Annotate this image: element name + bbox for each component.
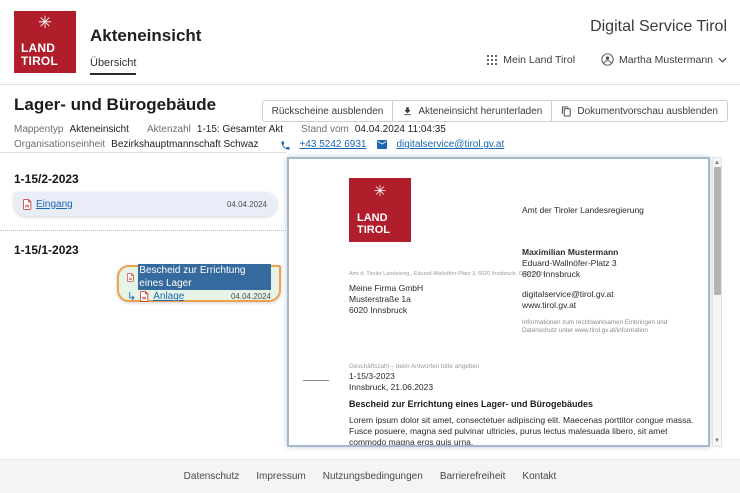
tree-item-eingang[interactable]: Eingang 04.04.2024 <box>14 192 277 216</box>
letter-body: Lorem ipsum dolor sit amet, consectetuer… <box>349 415 705 447</box>
stand-vom-label: Stand vom <box>301 123 349 137</box>
mein-land-tirol-link[interactable]: Mein Land Tirol <box>486 54 575 66</box>
addressee-company: Meine Firma GmbH <box>349 283 423 294</box>
footer: Datenschutz Impressum Nutzungsbedingunge… <box>0 459 740 493</box>
scrollbar-up-icon[interactable]: ▲ <box>713 159 721 167</box>
mappentyp-value: Akteneinsicht <box>69 123 128 137</box>
footer-link-nutzungsbedingungen[interactable]: Nutzungsbedingungen <box>323 471 423 482</box>
organisationseinheit-label: Organisationseinheit <box>14 138 105 152</box>
anlage-link[interactable]: Anlage <box>153 290 184 303</box>
letter-contact-block: digitalservice@tirol.gv.at www.tirol.gv.… <box>522 289 614 311</box>
tree-divider <box>0 230 286 231</box>
letter-addressee-block: Meine Firma GmbH Musterstraße 1a 6020 In… <box>349 283 423 316</box>
pdf-file-icon <box>140 291 149 302</box>
user-menu[interactable]: Martha Mustermann <box>601 53 727 66</box>
file-metadata: Mappentyp Akteneinsicht Aktenzahl 1-15: … <box>14 123 714 153</box>
recipient-street: Eduard-Wallnöfer-Platz 3 <box>522 258 618 269</box>
letter-info-note: Informationen zum rechtswirksamen Einbri… <box>522 319 682 335</box>
phone-link[interactable]: +43 5242 6931 <box>299 138 366 152</box>
user-name-label: Martha Mustermann <box>619 54 713 66</box>
scrollbar-down-icon[interactable]: ▼ <box>713 437 721 445</box>
aktenzahl-label: Aktenzahl <box>147 123 191 137</box>
footer-link-impressum[interactable]: Impressum <box>256 471 305 482</box>
aktenzahl-value: 1-15: Gesamter Akt <box>197 123 283 137</box>
tree-group-id-1: 1-15/2-2023 <box>14 153 286 186</box>
mail-icon <box>376 140 388 150</box>
letter-sender-line: Amt d. Tiroler Landesreg., Eduard-Wallnö… <box>349 271 544 277</box>
mappentyp-label: Mappentyp <box>14 123 63 137</box>
letter-subject: Bescheid zur Errichtung eines Lager- und… <box>349 399 593 409</box>
footer-link-datenschutz[interactable]: Datenschutz <box>184 471 240 482</box>
recipient-name: Maximilian Mustermann <box>522 247 618 258</box>
letter-land-tirol-logo: ✳ LAND TIROL <box>349 178 411 242</box>
letter-ref-block: 1-15/3-2023 Innsbruck, 21.06.2023 <box>349 371 433 393</box>
footer-link-barrierefreiheit[interactable]: Barrierefreiheit <box>440 471 506 482</box>
eingang-date: 04.04.2024 <box>227 198 267 211</box>
action-button-group: Rückscheine ausblenden Akteneinsicht her… <box>262 100 728 122</box>
pdf-file-icon <box>127 272 134 283</box>
letter-website: www.tirol.gv.at <box>522 300 614 311</box>
download-akteneinsicht-button[interactable]: Akteneinsicht herunterladen <box>392 100 552 122</box>
preview-scrollbar[interactable]: ▲ ▼ <box>712 157 722 447</box>
mein-land-tirol-label: Mein Land Tirol <box>503 54 575 66</box>
bescheid-link-selected[interactable]: Bescheid zur Errichtung eines Lager <box>138 264 271 290</box>
letter-logo-line2: TIROL <box>357 224 411 236</box>
app-header: ✳ LAND TIROL Akteneinsicht Übersicht Dig… <box>0 0 740 85</box>
app-title: Akteneinsicht <box>90 26 201 46</box>
hide-dokumentvorschau-button[interactable]: Dokumentvorschau ausblenden <box>551 100 728 122</box>
hide-rueckscheine-label: Rückscheine ausblenden <box>272 106 384 117</box>
fold-mark <box>303 380 329 381</box>
land-tirol-logo: ✳ LAND TIROL <box>14 11 76 73</box>
place-date: Innsbruck, 21.06.2023 <box>349 382 433 393</box>
scrollbar-thumb[interactable] <box>714 167 721 295</box>
pdf-file-icon <box>23 199 32 210</box>
document-preview-page: ✳ LAND TIROL Amt der Tiroler Landesregie… <box>287 157 710 447</box>
download-icon <box>402 106 413 117</box>
anlage-date: 04.04.2024 <box>231 290 271 303</box>
phone-icon <box>280 140 291 151</box>
footer-link-kontakt[interactable]: Kontakt <box>522 471 556 482</box>
download-akteneinsicht-label: Akteneinsicht herunterladen <box>418 106 542 117</box>
letter-email: digitalservice@tirol.gv.at <box>522 289 614 300</box>
chevron-down-icon <box>718 57 727 63</box>
tirol-eagle-icon: ✳ <box>349 182 411 200</box>
tirol-eagle-icon: ✳ <box>14 14 76 31</box>
eingang-link[interactable]: Eingang <box>36 198 73 211</box>
document-preview-icon <box>561 106 572 117</box>
stand-vom-value: 04.04.2024 11:04:35 <box>355 123 446 137</box>
user-avatar-icon <box>601 53 614 66</box>
hide-rueckscheine-button[interactable]: Rückscheine ausblenden <box>262 100 394 122</box>
email-link[interactable]: digitalservice@tirol.gv.at <box>396 138 504 152</box>
hide-dokumentvorschau-label: Dokumentvorschau ausblenden <box>577 106 718 117</box>
organisationseinheit-value: Bezirkshauptmannschaft Schwaz <box>111 138 258 152</box>
letter-office-name: Amt der Tiroler Landesregierung <box>522 205 644 215</box>
brand-title: Digital Service Tirol <box>590 18 727 36</box>
addressee-city: 6020 Innsbruck <box>349 305 423 316</box>
logo-text-line2: TIROL <box>21 55 76 68</box>
addressee-street: Musterstraße 1a <box>349 294 423 305</box>
letter-logo-line1: LAND <box>357 212 411 224</box>
letter-ref-label: Geschäftszahl – beim Antworten bitte ang… <box>349 363 479 370</box>
tree-group-id-2: 1-15/1-2023 <box>14 243 286 257</box>
app-window: ✳ LAND TIROL Akteneinsicht Übersicht Dig… <box>0 0 740 493</box>
document-tree-panel: 1-15/2-2023 Eingang 04.04.2024 1-15/1-20… <box>0 152 286 455</box>
ref-number: 1-15/3-2023 <box>349 371 433 382</box>
apps-grid-icon <box>486 54 498 66</box>
account-row: Mein Land Tirol Martha Mustermann <box>486 53 727 66</box>
tree-item-bescheid[interactable]: Bescheid zur Errichtung eines Lager ↳ An… <box>117 265 281 302</box>
tab-uebersicht[interactable]: Übersicht <box>90 57 136 75</box>
page-title: Lager- und Bürogebäude <box>14 95 216 115</box>
attachment-arrow-icon: ↳ <box>127 292 136 302</box>
